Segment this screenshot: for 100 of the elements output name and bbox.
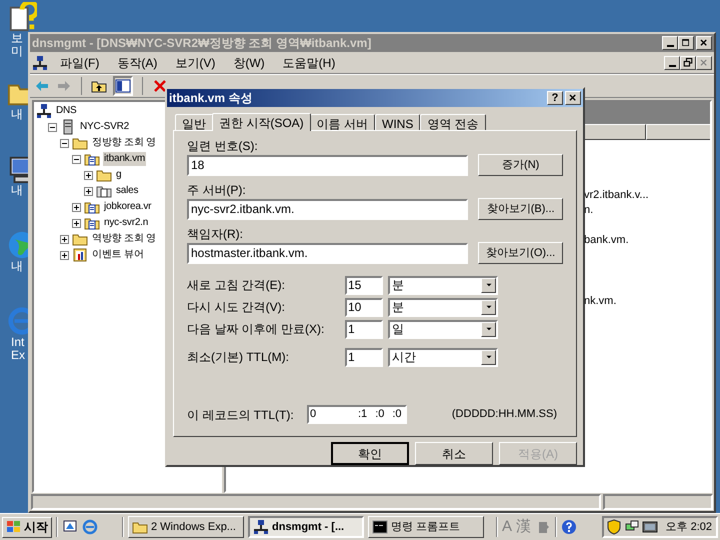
close-button[interactable]	[696, 36, 712, 50]
tree-item[interactable]: 역방향 조회 영	[91, 232, 157, 246]
dropdown-value: 분	[391, 278, 405, 292]
dropdown[interactable]: 분	[388, 298, 498, 316]
monitor-icon	[642, 519, 658, 535]
input-field[interactable]: nyc-svr2.itbank.vm.	[187, 198, 468, 220]
input-field[interactable]: 10	[345, 298, 383, 316]
menu-item[interactable]: 도움말(H)	[276, 54, 342, 72]
list-cell-text: nk.vm.	[584, 294, 618, 309]
clock: 오후 2:02	[666, 520, 712, 535]
format-hint: (DDDDD:HH.MM.SS)	[452, 407, 557, 422]
tree-item[interactable]: jobkorea.vr	[103, 200, 152, 214]
dropdown-value: 분	[391, 300, 405, 314]
desktop-icon-label[interactable]: Int	[2, 336, 24, 349]
help-icon	[561, 519, 578, 535]
question-document-icon	[7, 2, 37, 32]
ttl-segment[interactable]: :0	[375, 406, 384, 423]
desktop-icon-label[interactable]: 내	[2, 184, 23, 197]
minimize-button[interactable]	[662, 36, 678, 50]
column-header[interactable]	[646, 124, 710, 140]
field-label: 이 레코드의 TTL(T):	[187, 406, 295, 424]
field-label: 새로 고침 간격(E):	[187, 277, 286, 294]
restore-icon	[682, 56, 694, 68]
desktop-icon-label[interactable]: 미	[2, 45, 23, 58]
dropdown[interactable]: 분	[388, 276, 498, 294]
collapse-icon[interactable]	[60, 138, 69, 148]
input-field[interactable]: hostmaster.itbank.vm.	[187, 242, 468, 264]
collapse-icon[interactable]	[48, 122, 57, 132]
tab[interactable]: 영역 전송	[420, 114, 486, 130]
window-title: dnsmgmt - [DNS₩NYC-SVR2₩정방향 조회 영역₩itbank.vm]	[32, 35, 372, 52]
maximize-icon	[680, 37, 692, 49]
menu-item[interactable]: 보기(V)	[169, 54, 222, 72]
expand-icon[interactable]	[72, 202, 81, 212]
dialog-button[interactable]: 확인	[331, 442, 409, 465]
start-button[interactable]: 시작	[2, 516, 52, 538]
input-field[interactable]: 1	[345, 348, 383, 366]
dropdown-value: 일	[391, 322, 405, 336]
tab[interactable]: WINS	[375, 114, 420, 130]
tab[interactable]: 일반	[175, 114, 213, 130]
task-button[interactable]: 2 Windows Exp...	[128, 516, 244, 538]
input-field[interactable]: 0 :1 :0 :0	[307, 405, 407, 424]
maximize-button[interactable]	[678, 36, 694, 50]
list-cell-text: n.	[584, 203, 594, 218]
tree-item[interactable]: NYC-SVR2	[79, 120, 130, 134]
tree-item[interactable]: g	[115, 168, 122, 182]
field-label: 최소(기본) TTL(M):	[187, 349, 290, 366]
forward-arrow-icon	[56, 78, 72, 94]
menu-item[interactable]: 창(W)	[227, 54, 271, 72]
expand-icon[interactable]	[84, 170, 93, 180]
ttl-segment[interactable]: :1	[358, 406, 368, 423]
dropdown[interactable]: 일	[388, 320, 498, 338]
tree-item[interactable]: nyc-svr2.n	[103, 216, 150, 230]
dialog-title: itbank.vm 속성	[169, 90, 254, 107]
field-label: 다시 시도 간격(V):	[187, 299, 286, 316]
dropdown[interactable]: 시간	[388, 348, 498, 366]
expand-icon[interactable]	[72, 218, 81, 228]
close-button[interactable]	[565, 91, 581, 105]
input-field[interactable]: 1	[345, 320, 383, 338]
browser-icon	[82, 519, 98, 535]
console-icon	[372, 519, 388, 535]
menu-item[interactable]: 파일(F)	[54, 54, 106, 72]
desktop-icon-label[interactable]: 내	[2, 260, 23, 273]
chart-folder-icon	[72, 247, 88, 263]
tree-item[interactable]: sales	[115, 184, 140, 198]
ttl-segment[interactable]: 0	[310, 406, 350, 423]
desktop-icon-label[interactable]: 내	[2, 108, 23, 121]
dialog-button[interactable]: 취소	[415, 442, 493, 465]
minimize-icon	[668, 64, 676, 66]
desktop-icon-label[interactable]: 보	[2, 32, 23, 45]
shield-icon	[606, 519, 622, 535]
help-button[interactable]: ?	[547, 91, 563, 105]
network-tree-icon	[36, 103, 52, 119]
desktop-icon-label[interactable]: Ex	[2, 349, 26, 362]
tree-item[interactable]: 정방향 조회 영	[91, 136, 157, 150]
minimize-button[interactable]	[664, 56, 680, 70]
tree-item[interactable]: DNS	[55, 104, 78, 118]
panel-icon	[115, 78, 131, 94]
delete-icon	[152, 78, 168, 94]
collapse-icon[interactable]	[72, 154, 81, 164]
menu-item[interactable]: 동작(A)	[111, 54, 164, 72]
tree-item[interactable]: 이벤트 뷰어	[91, 248, 145, 262]
action-button[interactable]: 증가(N)	[478, 154, 563, 176]
network-tree-icon	[253, 519, 269, 535]
tree-item[interactable]: itbank.vm	[103, 152, 146, 166]
ttl-segment[interactable]: :0	[392, 406, 402, 423]
list-cell-text: vr2.itbank.v...	[584, 188, 650, 203]
expand-icon[interactable]	[60, 250, 69, 260]
expand-icon[interactable]	[84, 186, 93, 196]
close-button[interactable]	[696, 56, 712, 70]
action-button[interactable]: 찾아보기(B)...	[478, 198, 563, 220]
windows-flag-icon	[6, 519, 22, 535]
expand-icon[interactable]	[60, 234, 69, 244]
restore-button[interactable]	[680, 56, 696, 70]
tab[interactable]: 이름 서버	[310, 114, 376, 130]
tab[interactable]: 권한 시작(SOA)	[212, 113, 311, 131]
input-field[interactable]: 15	[345, 276, 383, 294]
action-button[interactable]: 찾아보기(O)...	[478, 242, 563, 264]
task-button[interactable]: 명령 프롬프트	[368, 516, 484, 538]
task-button[interactable]: dnsmgmt - [...	[248, 516, 364, 538]
input-field[interactable]: 18	[187, 154, 468, 176]
